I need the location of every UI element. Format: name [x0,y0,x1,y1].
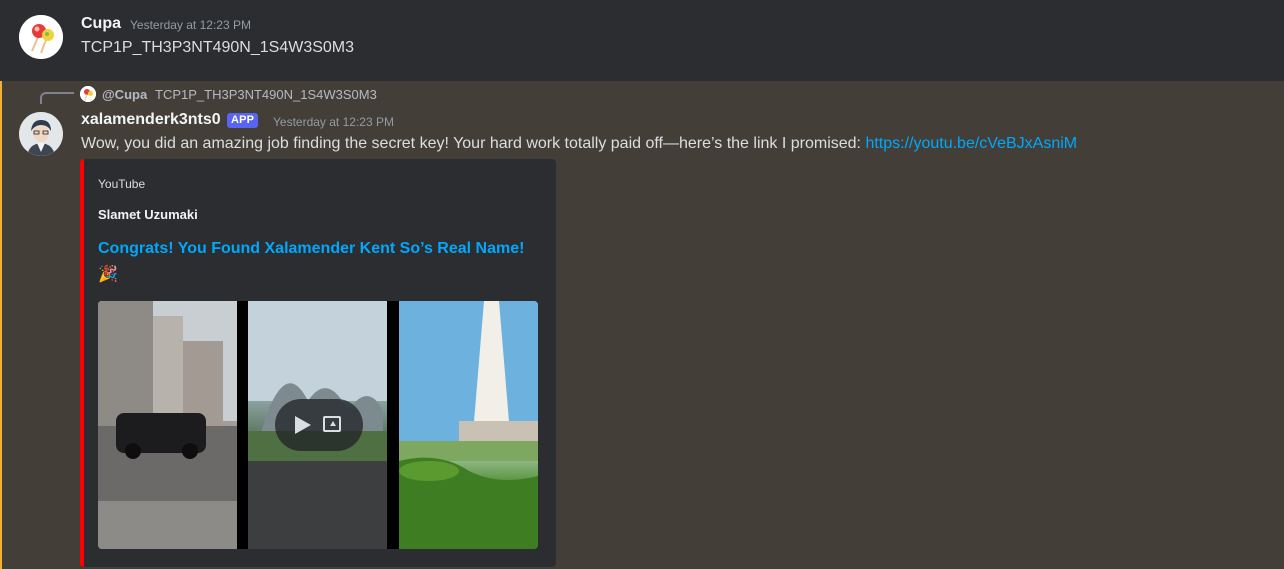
username[interactable]: xalamenderk3nts0 [81,111,221,129]
reply-spine [40,92,74,104]
username[interactable]: Cupa [81,15,121,33]
avatar-cupa[interactable] [19,15,63,59]
play-button[interactable] [275,399,363,451]
thumbnail-panel-street [98,301,237,549]
video-thumbnail[interactable] [98,301,538,549]
timestamp: Yesterday at 12:23 PM [273,115,394,129]
reply-avatar[interactable] [80,86,96,102]
embed-author[interactable]: Slamet Uzumaki [98,207,198,222]
mention-highlight-bar [0,81,2,569]
lollipop-icon [19,15,63,59]
reply-username[interactable]: @Cupa [102,87,147,102]
monument-scene-image [399,301,538,549]
message-content: Wow, you did an amazing job finding the … [81,135,1077,153]
open-external-icon[interactable] [323,416,341,432]
app-badge: APP [227,113,259,128]
embed-provider[interactable]: YouTube [98,177,145,191]
street-scene-image [98,301,237,549]
thumbnail-panel-monument [399,301,538,549]
youtube-embed: YouTube Slamet Uzumaki Congrats! You Fou… [80,159,556,567]
message-text: Wow, you did an amazing job finding the … [81,135,866,152]
embed-title[interactable]: Congrats! You Found Xalamender Kent So’s… [98,236,538,288]
play-icon [295,416,311,434]
message-cupa: Cupa Yesterday at 12:23 PM TCP1P_TH3P3NT… [0,0,1284,81]
avatar-xalamenderk3nts0[interactable] [19,112,63,156]
embed-color-bar [80,159,84,567]
message-xalamenderk3nts0: @Cupa TCP1P_TH3P3NT490N_1S4W3S0M3 xalame… [0,81,1284,569]
lollipop-icon [80,86,96,102]
timestamp: Yesterday at 12:23 PM [130,18,251,32]
reply-preview[interactable]: TCP1P_TH3P3NT490N_1S4W3S0M3 [155,87,377,102]
anime-avatar-icon [19,112,63,156]
message-content: TCP1P_TH3P3NT490N_1S4W3S0M3 [81,39,355,56]
youtube-link[interactable]: https://youtu.be/cVeBJxAsniM [865,135,1077,152]
